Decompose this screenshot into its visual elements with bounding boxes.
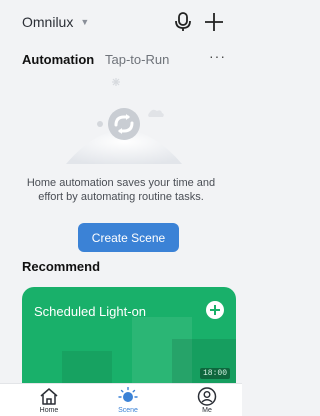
plus-icon[interactable] — [203, 11, 225, 33]
nav-label-scene: Scene — [118, 407, 138, 414]
recommend-heading: Recommend — [22, 259, 101, 274]
chevron-down-icon: ▼ — [80, 17, 90, 27]
tab-automation[interactable]: Automation — [22, 52, 94, 67]
home-selector[interactable]: Omnilux ▼ — [22, 14, 89, 30]
automation-illustration — [66, 78, 182, 164]
nav-label-me: Me — [202, 407, 212, 414]
tab-tap-to-run[interactable]: Tap-to-Run — [105, 52, 169, 67]
scene-tabs: Automation Tap-to-Run ··· — [22, 48, 234, 70]
nav-item-scene[interactable]: Scene — [103, 387, 153, 414]
nav-label-home: Home — [39, 407, 59, 414]
top-bar: Omnilux ▼ — [0, 0, 242, 44]
mic-icon[interactable] — [174, 12, 192, 32]
nav-item-home[interactable]: Home — [24, 387, 74, 414]
scene-icon — [118, 387, 138, 402]
home-icon — [40, 388, 58, 405]
home-name: Omnilux — [22, 14, 74, 30]
profile-icon — [197, 387, 217, 406]
more-icon[interactable]: ··· — [209, 48, 226, 64]
nav-item-me[interactable]: Me — [182, 387, 232, 414]
add-circle-icon[interactable] — [206, 301, 224, 319]
bottom-nav: Home Scene Me — [0, 383, 242, 416]
empty-state-message: Home automation saves your time and effo… — [26, 177, 216, 203]
create-scene-button[interactable]: Create Scene — [78, 223, 179, 252]
card-title: Scheduled Light-on — [34, 304, 147, 319]
card-time-display: 18:00 — [199, 368, 230, 379]
recommend-card-scheduled-light-on[interactable]: Scheduled Light-on 18:00 — [22, 287, 236, 397]
